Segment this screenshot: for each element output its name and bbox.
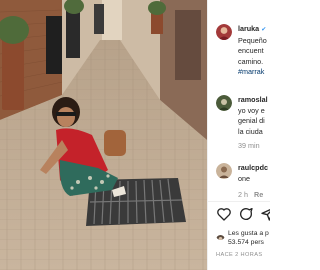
likes-count[interactable]: 53.574 pers xyxy=(228,239,264,246)
author-avatar-image xyxy=(216,24,232,40)
comment-line: yo voy e xyxy=(238,105,265,115)
author-username[interactable]: laruka xyxy=(238,24,259,33)
liker-avatar-image xyxy=(216,235,225,240)
action-bar xyxy=(216,206,270,226)
commenter-avatar[interactable] xyxy=(216,95,232,111)
liker-avatar[interactable] xyxy=(216,231,225,240)
post-side-panel: laruka ✔ Pequeño encuent camino. #marrak… xyxy=(207,0,270,270)
caption-line-1: Pequeño xyxy=(238,35,267,45)
street-scene-image xyxy=(0,0,207,270)
author-avatar[interactable] xyxy=(216,24,232,40)
comment-time: 39 min xyxy=(238,141,260,150)
reply-link[interactable]: Re xyxy=(254,190,263,199)
verified-icon: ✔ xyxy=(261,27,267,33)
comment-meta: 2 h Re xyxy=(238,190,263,200)
post-timestamp: HACE 2 HORAS xyxy=(216,252,263,258)
post-photo[interactable] xyxy=(0,0,207,270)
comment-line: one xyxy=(238,173,250,183)
divider xyxy=(208,201,270,202)
hashtag-link[interactable]: #marrak xyxy=(238,67,264,76)
heart-icon[interactable] xyxy=(216,206,232,222)
comment-icon[interactable] xyxy=(238,206,254,222)
caption-line-2: encuent xyxy=(238,46,264,55)
caption-line-3: camino. xyxy=(238,56,264,66)
likes-label[interactable]: Les gusta a p xyxy=(228,230,269,237)
commenter-username[interactable]: raulcpdc xyxy=(238,163,268,172)
comment-time: 2 h xyxy=(238,190,248,199)
comment-line: genial di xyxy=(238,116,265,125)
comment-line: la ciuda xyxy=(238,126,263,136)
comment-text: ramoslal yo voy e genial di la ciuda xyxy=(238,95,270,137)
commenter-avatar-image xyxy=(216,95,232,111)
comment-text: raulcpdc one xyxy=(238,163,270,184)
commenter-username[interactable]: ramoslal xyxy=(238,95,268,104)
commenter-avatar[interactable] xyxy=(216,163,232,179)
caption-text: laruka ✔ Pequeño encuent camino. #marrak xyxy=(238,24,270,78)
commenter-avatar-image xyxy=(216,163,232,179)
share-icon[interactable] xyxy=(260,206,270,222)
